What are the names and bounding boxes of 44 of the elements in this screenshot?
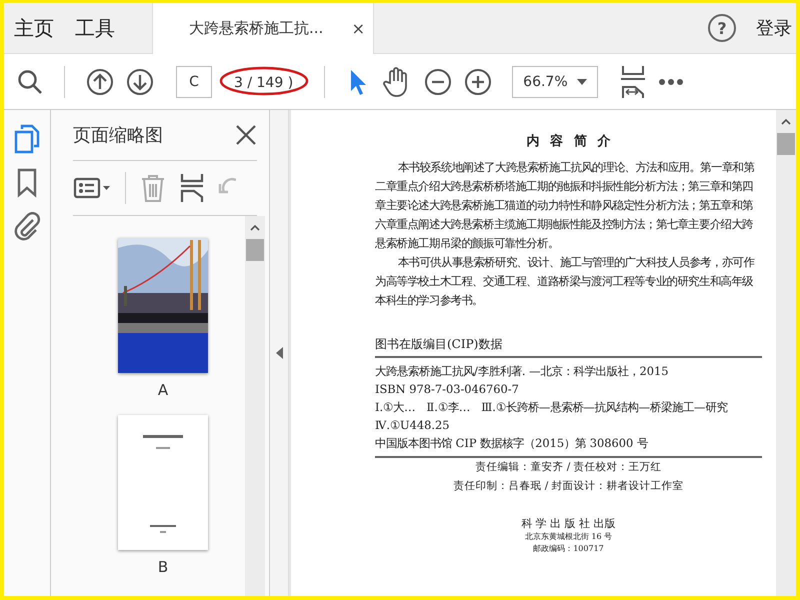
extract-pages-icon[interactable] [180,173,204,203]
cip-line: Ⅰ.①大… Ⅱ.①李… Ⅲ.①长跨桥—悬索桥—抗风结构—桥梁施工—研究 Ⅳ.①U448.25 [375,399,728,434]
search-icon[interactable] [17,68,43,94]
credit-line: 责任印制：吕春珉 / 封面设计：耕者设计工作室 [452,479,685,494]
next-page-icon[interactable] [126,68,154,96]
zoom-dropdown[interactable]: 66.7% [512,66,598,98]
page-thumbnails-icon[interactable] [14,124,40,154]
page-paragraph: 本书可供从事悬索桥研究、设计、施工与管理的广大科技人员参考，亦可作为高等学校土木工程、交通工程、道路桥梁与渡河工程等专业的研究生和高年级本科生的学习参考书。 [375,254,756,309]
previous-page-icon[interactable] [86,68,114,96]
close-tab-button[interactable]: × [352,19,365,38]
panel-title: 页面缩略图 [73,124,163,147]
more-icon[interactable] [658,78,684,86]
cip-line: 大跨悬索桥施工抗风/李胜利著. —北京：科学出版社，2015 [375,363,670,380]
scroll-up-icon[interactable] [250,224,260,231]
zoom-out-icon[interactable] [424,68,452,96]
page-heading: 内 容 简 介 [526,132,612,150]
cip-line: ISBN 978-7-03-046760-7 [375,381,520,398]
credit-line: 责任编辑：童安齐 / 责任校对：王万红 [474,460,663,475]
cip-heading: 图书在版编目(CIP)数据 [375,336,762,358]
page-number-field[interactable]: C [176,66,212,98]
publisher-name: 科 学 出 版 社 出版 [520,516,617,531]
postal-code: 邮政编码：100717 [532,543,605,555]
caret-icon [577,78,588,84]
thumbnail-label: A [158,381,168,399]
scrollbar-thumb[interactable] [777,133,795,155]
help-button[interactable]: ? [708,14,736,42]
bookmark-icon[interactable] [16,168,38,198]
publisher-address: 北京东黄城根北街 16 号 [524,531,614,543]
thumbnail-label: B [158,558,168,576]
options-menu-icon[interactable] [73,176,111,200]
scrollbar-thumb[interactable] [246,239,264,261]
page-count: 3 / 149 ) [234,75,294,91]
fit-page-icon[interactable] [620,64,646,98]
cip-line: 中国版本图书馆 CIP 数据核字（2015）第 308600 号 [375,435,649,452]
nav-tab[interactable]: 主页 [4,3,65,53]
close-icon[interactable] [235,124,257,146]
paperclip-icon[interactable] [13,212,41,242]
nav-tab[interactable]: 工具 [65,3,126,53]
document-tab[interactable]: 大跨悬索桥施工抗... × [152,3,374,54]
scroll-up-icon[interactable] [781,118,791,125]
zoom-in-icon[interactable] [464,68,492,96]
collapse-panel-icon[interactable] [276,347,282,359]
sign-in-link[interactable]: 登录 [756,16,792,40]
page-paragraph: 本书较系统地阐述了大跨悬索桥施工抗风的理论、方法和应用。第一章和第二章重点介绍大跨悬索桥桥塔施工期的驰振和抖振性能分析方法；第三章和第四章主要论述大跨悬索桥施工猫道的动力特性和静风稳定性分析方法；第五章和第六章重点阐述大跨悬索桥主缆施工期驰振性能及控制方法；第七章主要介绍大跨悬索桥施工期吊梁的颤振可靠性分析。 [375,159,756,252]
